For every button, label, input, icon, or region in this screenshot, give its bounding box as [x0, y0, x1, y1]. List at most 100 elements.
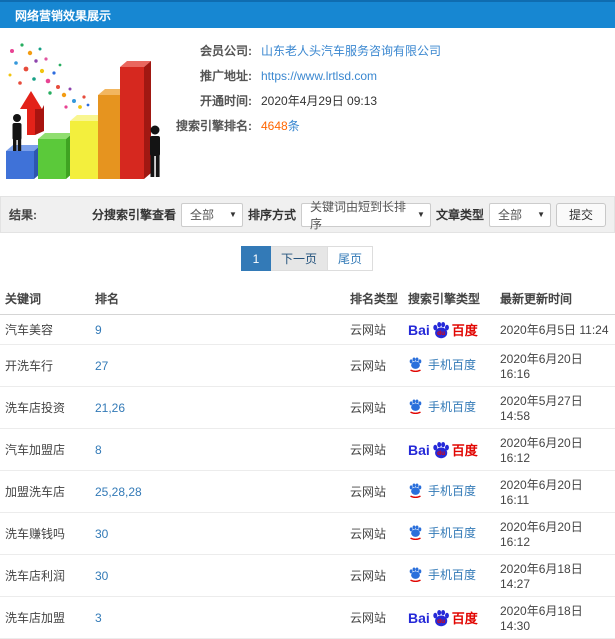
open-time-value: 2020年4月29日 09:13 [261, 94, 378, 108]
last-page-button[interactable]: 尾页 [327, 246, 374, 271]
engine-cell: Bai du 百度 [403, 314, 495, 345]
bar-green [38, 133, 73, 179]
keyword-cell: 加盟洗车店 [0, 470, 90, 513]
rank-cell[interactable]: 9 [90, 314, 345, 345]
time-cell: 2020年6月18日 14:30 [495, 596, 615, 639]
rank-type-cell: 云网站 [345, 344, 403, 387]
rank-type-cell: 云网站 [345, 314, 403, 345]
table-row: 汽车美容 9 云网站 Bai du 百度 2020年6月5日 11:24 [0, 314, 615, 345]
header-keyword: 关键词 [0, 283, 90, 315]
engine-select[interactable]: 全部 ▼ [180, 202, 243, 227]
rank-cell[interactable]: 21,26 [90, 386, 345, 429]
engine-cell: Bai du 百度 [403, 596, 495, 639]
results-table-body: 汽车美容 9 云网站 Bai du 百度 2020年6月5日 11:24 开洗车行 27… [0, 314, 615, 639]
rank-count-label: 搜索引擎排名: [176, 119, 252, 133]
info-row-url: 推广地址: https://www.lrtlsd.com [168, 63, 615, 88]
company-info: 会员公司: 山东老人头汽车服务咨询有限公司 推广地址: https://www.… [168, 28, 615, 138]
results-table: 关键词 排名 排名类型 搜索引擎类型 最新更新时间 汽车美容 9 云网站 Bai d… [0, 283, 615, 639]
time-cell: 2020年6月20日 16:16 [495, 344, 615, 387]
svg-text:du: du [437, 330, 445, 337]
growth-chart-graphic [6, 43, 160, 179]
baidu-paw-icon: du [433, 441, 449, 458]
filter-controls: 分搜索引擎查看 全部 ▼ 排序方式 关键词由短到长排序 ▼ 文章类型 全部 ▼ … [92, 200, 606, 231]
baidu-logo-cn: 百度 [451, 443, 478, 458]
rank-type-cell: 云网站 [345, 386, 403, 429]
sort-select[interactable]: 关键词由短到长排序 ▼ [300, 200, 431, 231]
table-row: 洗车店加盟 3 云网站 Bai du 百度 2020年6月18日 14:30 [0, 596, 615, 639]
table-row: 汽车加盟店 8 云网站 Bai du 百度 2020年6月20日 16:12 [0, 428, 615, 471]
engine-cell: 手机百度 [403, 470, 495, 513]
chevron-down-icon: ▼ [229, 210, 237, 219]
mobile-baidu-label: 手机百度 [428, 484, 477, 498]
filter-bar: 结果: 分搜索引擎查看 全部 ▼ 排序方式 关键词由短到长排序 ▼ 文章类型 全… [0, 196, 615, 233]
rank-cell[interactable]: 8 [90, 428, 345, 471]
rank-cell[interactable]: 25,28,28 [90, 470, 345, 513]
summary-section: 会员公司: 山东老人头汽车服务咨询有限公司 推广地址: https://www.… [0, 28, 615, 194]
article-type-select[interactable]: 全部 ▼ [488, 202, 551, 227]
mobile-baidu-label: 手机百度 [428, 526, 477, 540]
mobile-baidu-icon [409, 525, 422, 540]
company-label: 会员公司: [200, 44, 252, 58]
rank-cell[interactable]: 3 [90, 596, 345, 639]
article-type-label: 文章类型 [435, 208, 484, 222]
keyword-cell: 开洗车行 [0, 344, 90, 387]
mobile-baidu-icon [409, 483, 422, 498]
rank-cell[interactable]: 27 [90, 344, 345, 387]
baidu-logo-bai: Bai [408, 441, 430, 458]
keyword-cell: 汽车加盟店 [0, 428, 90, 471]
baidu-logo-bai: Bai [408, 609, 430, 626]
mobile-baidu-icon [409, 357, 422, 372]
rank-cell[interactable]: 30 [90, 554, 345, 597]
time-cell: 2020年6月20日 16:11 [495, 470, 615, 513]
pagination: 1 下一页 尾页 [0, 233, 615, 281]
open-time-label: 开通时间: [200, 94, 252, 108]
engine-cell: 手机百度 [403, 344, 495, 387]
time-cell: 2020年5月27日 14:58 [495, 386, 615, 429]
mobile-baidu-label: 手机百度 [428, 568, 477, 582]
svg-text:du: du [437, 450, 445, 457]
baidu-logo-cn: 百度 [451, 611, 478, 626]
company-link[interactable]: 山东老人头汽车服务咨询有限公司 [261, 44, 441, 58]
rank-type-cell: 云网站 [345, 470, 403, 513]
mobile-baidu-icon [409, 399, 422, 414]
keyword-cell: 洗车赚钱吗 [0, 512, 90, 555]
time-cell: 2020年6月20日 16:12 [495, 512, 615, 555]
baidu-paw-icon: du [433, 321, 449, 338]
header-rank: 排名 [90, 283, 345, 315]
table-row: 开洗车行 27 云网站 手机百度 2020年6月20日 16:16 [0, 344, 615, 387]
rank-count-value: 4648 [261, 119, 288, 133]
bar-chart-illustration [0, 31, 168, 191]
sort-filter-label: 排序方式 [247, 208, 296, 222]
rank-count-suffix: 条 [287, 119, 300, 133]
promo-url-link[interactable]: https://www.lrtlsd.com [261, 69, 377, 83]
rank-cell[interactable]: 30 [90, 512, 345, 555]
mobile-baidu-badge: 手机百度 [408, 482, 476, 499]
person-right [150, 125, 160, 177]
page-title: 网络营销效果展示 [15, 8, 112, 23]
header-engine-type: 搜索引擎类型 [403, 283, 495, 315]
baidu-logo: Bai du 百度 [408, 608, 478, 627]
header-rank-type: 排名类型 [345, 283, 403, 315]
next-page-button[interactable]: 下一页 [269, 246, 328, 271]
time-cell: 2020年6月5日 11:24 [495, 314, 615, 345]
engine-select-value: 全部 [189, 208, 214, 222]
bar-red [120, 61, 151, 179]
page-1-button[interactable]: 1 [240, 246, 271, 271]
article-select-value: 全部 [497, 208, 522, 222]
chevron-down-icon: ▼ [537, 210, 545, 219]
table-row: 加盟洗车店 25,28,28 云网站 手机百度 2020年6月20日 16:11 [0, 470, 615, 513]
result-label: 结果: [9, 208, 37, 222]
keyword-cell: 洗车店利润 [0, 554, 90, 597]
header-update-time: 最新更新时间 [495, 283, 615, 315]
keyword-cell: 洗车店加盟 [0, 596, 90, 639]
table-header-row: 关键词 排名 排名类型 搜索引擎类型 最新更新时间 [0, 283, 615, 315]
app-header: 网络营销效果展示 [0, 0, 615, 28]
submit-button[interactable]: 提交 [555, 202, 606, 227]
svg-text:du: du [437, 618, 445, 625]
mobile-baidu-badge: 手机百度 [408, 356, 476, 373]
keyword-cell: 汽车美容 [0, 314, 90, 345]
engine-cell: 手机百度 [403, 554, 495, 597]
info-row-company: 会员公司: 山东老人头汽车服务咨询有限公司 [168, 38, 615, 63]
time-cell: 2020年6月20日 16:12 [495, 428, 615, 471]
rank-type-cell: 云网站 [345, 596, 403, 639]
